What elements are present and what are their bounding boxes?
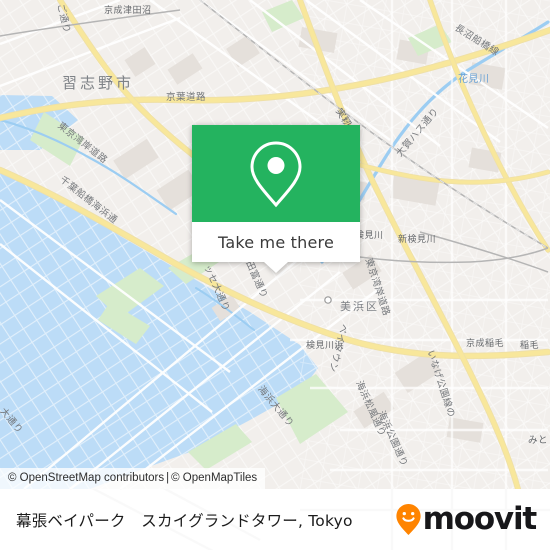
popup-image-area [192, 125, 360, 222]
moovit-wordmark: moovit [422, 501, 538, 537]
location-popup-card[interactable]: Take me there [192, 125, 360, 273]
map-attribution: © OpenStreetMap contributors | © OpenMapTi… [0, 468, 266, 489]
attribution-tiles[interactable]: © OpenMapTiles [171, 472, 257, 484]
take-me-there-button[interactable]: Take me there [218, 233, 334, 252]
moovit-map-screenshot: 習志野市 京成津田沼 ご通り 京葉道路 東京湾岸道路 千葉船橋海浜通 長沼船橋線… [0, 0, 550, 550]
moovit-brand-logo[interactable]: moovit [395, 501, 538, 537]
map-pin-icon [248, 139, 304, 209]
footer-bar: 幕張ベイパーク スカイグランドタワー, Tokyo moovit [0, 489, 550, 550]
popup-tail-arrow [264, 262, 288, 273]
place-title: 幕張ベイパーク スカイグランドタワー, Tokyo [16, 511, 353, 530]
attribution-osm[interactable]: © OpenStreetMap contributors [8, 472, 164, 484]
moovit-smiley-pin-icon [395, 503, 422, 536]
popup-cta-bar[interactable]: Take me there [192, 222, 360, 262]
map-canvas[interactable]: 習志野市 京成津田沼 ご通り 京葉道路 東京湾岸道路 千葉船橋海浜通 長沼船橋線… [0, 0, 550, 489]
